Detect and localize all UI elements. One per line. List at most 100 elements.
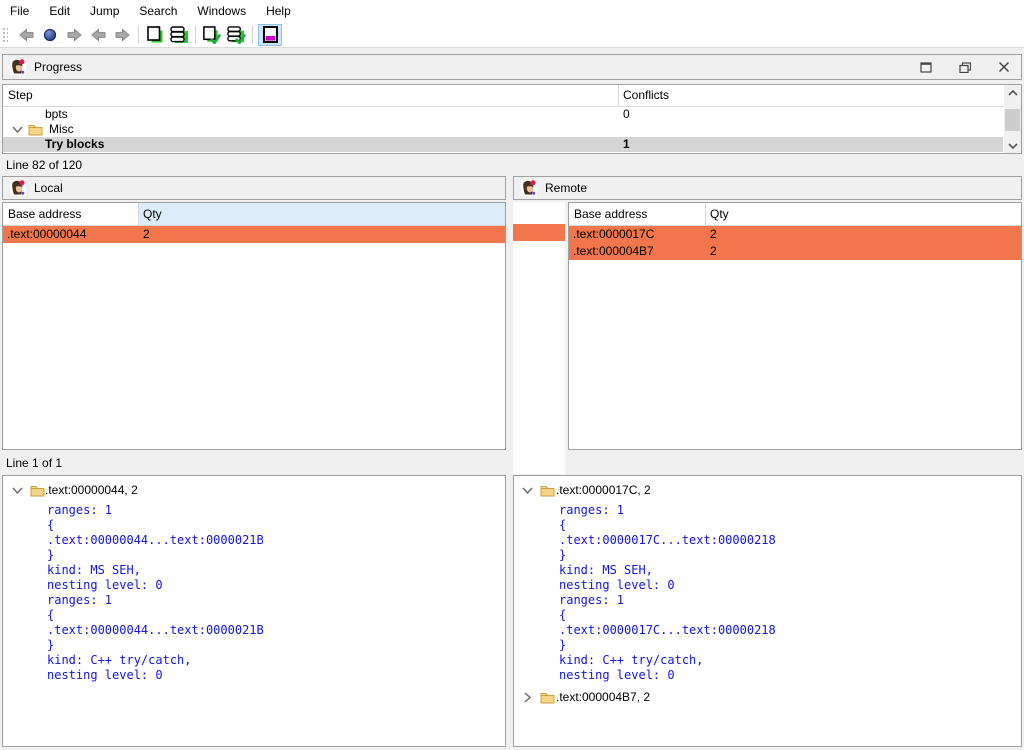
code-line: nesting level: 0 — [47, 668, 264, 683]
menu-windows[interactable]: Windows — [187, 1, 256, 21]
remote-address-table: Base address Qty .text:0000017C 2 .text:… — [568, 202, 1022, 450]
menu-bar: File Edit Jump Search Windows Help — [0, 0, 1024, 22]
node-label: .text:00000044, 2 — [45, 482, 138, 498]
column-divider[interactable] — [618, 85, 619, 106]
next-difference-arrow-icon[interactable] — [111, 24, 133, 46]
menu-search[interactable]: Search — [129, 1, 187, 21]
line-status-bottom-text: Line 1 of 1 — [6, 456, 62, 470]
remote-detail-pane: .text:0000017C, 2 ranges: 1{.text:000001… — [513, 475, 1022, 747]
local-address-table: Base address Qty .text:00000044 2 — [2, 202, 506, 450]
hexrays-lady-icon — [10, 59, 26, 75]
local-title: Local — [34, 181, 63, 195]
line-status-top-text: Line 82 of 120 — [6, 158, 82, 172]
remote-title: Remote — [545, 181, 587, 195]
file-document-accept-icon[interactable] — [201, 24, 223, 46]
toolbar-drag-handle[interactable] — [2, 27, 8, 43]
column-divider[interactable] — [705, 203, 706, 225]
column-header-base-address[interactable]: Base address — [574, 207, 647, 221]
remote-detail-collapsed-node[interactable]: .text:000004B7, 2 — [514, 689, 1021, 705]
maximize-icon[interactable] — [915, 56, 937, 78]
diff-gutter — [513, 202, 565, 474]
restore-icon[interactable] — [954, 56, 976, 78]
local-detail-code: ranges: 1{.text:00000044...text:0000021B… — [47, 503, 264, 683]
code-line: kind: MS SEH, — [47, 563, 264, 578]
code-line: kind: MS SEH, — [559, 563, 776, 578]
column-header-qty[interactable]: Qty — [710, 207, 729, 221]
column-header-base-address[interactable]: Base address — [8, 207, 81, 221]
back-arrow-icon[interactable] — [15, 24, 37, 46]
remote-row[interactable]: .text:0000017C 2 — [569, 226, 1021, 243]
column-header-qty[interactable]: Qty — [143, 207, 162, 221]
code-line: ranges: 1 — [47, 503, 264, 518]
steps-scrollbar[interactable] — [1004, 85, 1021, 153]
local-table-header: Base address Qty — [3, 203, 505, 226]
qty-cell: 2 — [710, 243, 717, 260]
progress-titlebar[interactable]: Progress — [2, 54, 1022, 80]
toolbar-separator — [138, 26, 139, 44]
code-line: ranges: 1 — [559, 503, 776, 518]
column-divider[interactable] — [138, 203, 139, 225]
step-row-try-blocks[interactable]: Try blocks 1 — [3, 137, 1003, 152]
code-line: nesting level: 0 — [47, 578, 264, 593]
code-line: .text:00000044...text:0000021B — [47, 623, 264, 638]
step-row-misc[interactable]: Misc — [3, 122, 1003, 137]
current-location-dot-icon[interactable] — [39, 24, 61, 46]
remote-detail-node[interactable]: .text:0000017C, 2 — [514, 482, 1021, 498]
prev-difference-arrow-icon[interactable] — [87, 24, 109, 46]
database-stack-accept-icon[interactable] — [225, 24, 247, 46]
qty-column-highlight — [139, 203, 505, 225]
code-line: ranges: 1 — [559, 593, 776, 608]
scroll-thumb[interactable] — [1005, 109, 1020, 131]
file-document-icon[interactable] — [144, 24, 166, 46]
code-line: .text:0000017C...text:00000218 — [559, 533, 776, 548]
steps-table-header: Step Conflicts — [3, 85, 1021, 107]
base-address-cell: .text:0000017C — [573, 226, 654, 243]
code-line: kind: C++ try/catch, — [559, 653, 776, 668]
merge-tool-window: File Edit Jump Search Windows Help Progr… — [0, 0, 1024, 750]
qty-cell: 2 — [143, 226, 150, 243]
code-line: { — [47, 608, 264, 623]
step-label: Misc — [49, 122, 74, 137]
hexrays-lady-icon — [521, 180, 537, 196]
folder-icon — [28, 122, 43, 136]
chevron-right-icon[interactable] — [521, 691, 535, 704]
code-line: { — [559, 518, 776, 533]
scroll-down-icon[interactable] — [1004, 138, 1021, 153]
remote-detail-code: ranges: 1{.text:0000017C...text:00000218… — [559, 503, 776, 683]
chevron-down-icon[interactable] — [11, 123, 25, 136]
scroll-up-icon[interactable] — [1004, 85, 1021, 100]
menu-file[interactable]: File — [0, 1, 39, 21]
column-header-step[interactable]: Step — [8, 88, 33, 102]
toolbar-separator — [195, 26, 196, 44]
chevron-down-icon[interactable] — [11, 484, 25, 497]
menu-jump[interactable]: Jump — [80, 1, 129, 21]
forward-arrow-icon[interactable] — [63, 24, 85, 46]
line-status-top: Line 82 of 120 — [0, 154, 1024, 175]
column-header-conflicts[interactable]: Conflicts — [623, 88, 669, 102]
folder-icon — [540, 483, 555, 497]
step-conflicts: 0 — [623, 107, 630, 122]
code-line: nesting level: 0 — [559, 578, 776, 593]
step-label: bpts — [45, 107, 68, 122]
node-label: .text:0000017C, 2 — [556, 482, 651, 498]
code-line: kind: C++ try/catch, — [47, 653, 264, 668]
database-stack-icon[interactable] — [168, 24, 190, 46]
local-detail-node[interactable]: .text:00000044, 2 — [3, 482, 505, 498]
folder-icon — [540, 690, 555, 704]
local-row[interactable]: .text:00000044 2 — [3, 226, 505, 243]
step-row-bpts[interactable]: bpts 0 — [3, 107, 1003, 122]
menu-help[interactable]: Help — [256, 1, 301, 21]
step-label: Try blocks — [45, 137, 104, 152]
chevron-down-icon[interactable] — [521, 484, 535, 497]
remote-row[interactable]: .text:000004B7 2 — [569, 243, 1021, 260]
menu-edit[interactable]: Edit — [39, 1, 80, 21]
line-status-bottom: Line 1 of 1 — [0, 452, 1024, 474]
code-line: .text:00000044...text:0000021B — [47, 533, 264, 548]
close-icon[interactable] — [993, 56, 1015, 78]
merge-view-mode-icon[interactable] — [258, 24, 282, 46]
diff-gutter-marker[interactable] — [513, 224, 565, 241]
progress-title: Progress — [34, 60, 82, 74]
base-address-cell: .text:000004B7 — [573, 243, 654, 260]
folder-icon — [30, 483, 45, 497]
steps-table: Step Conflicts bpts 0 Misc Try blocks 1 — [2, 84, 1022, 154]
